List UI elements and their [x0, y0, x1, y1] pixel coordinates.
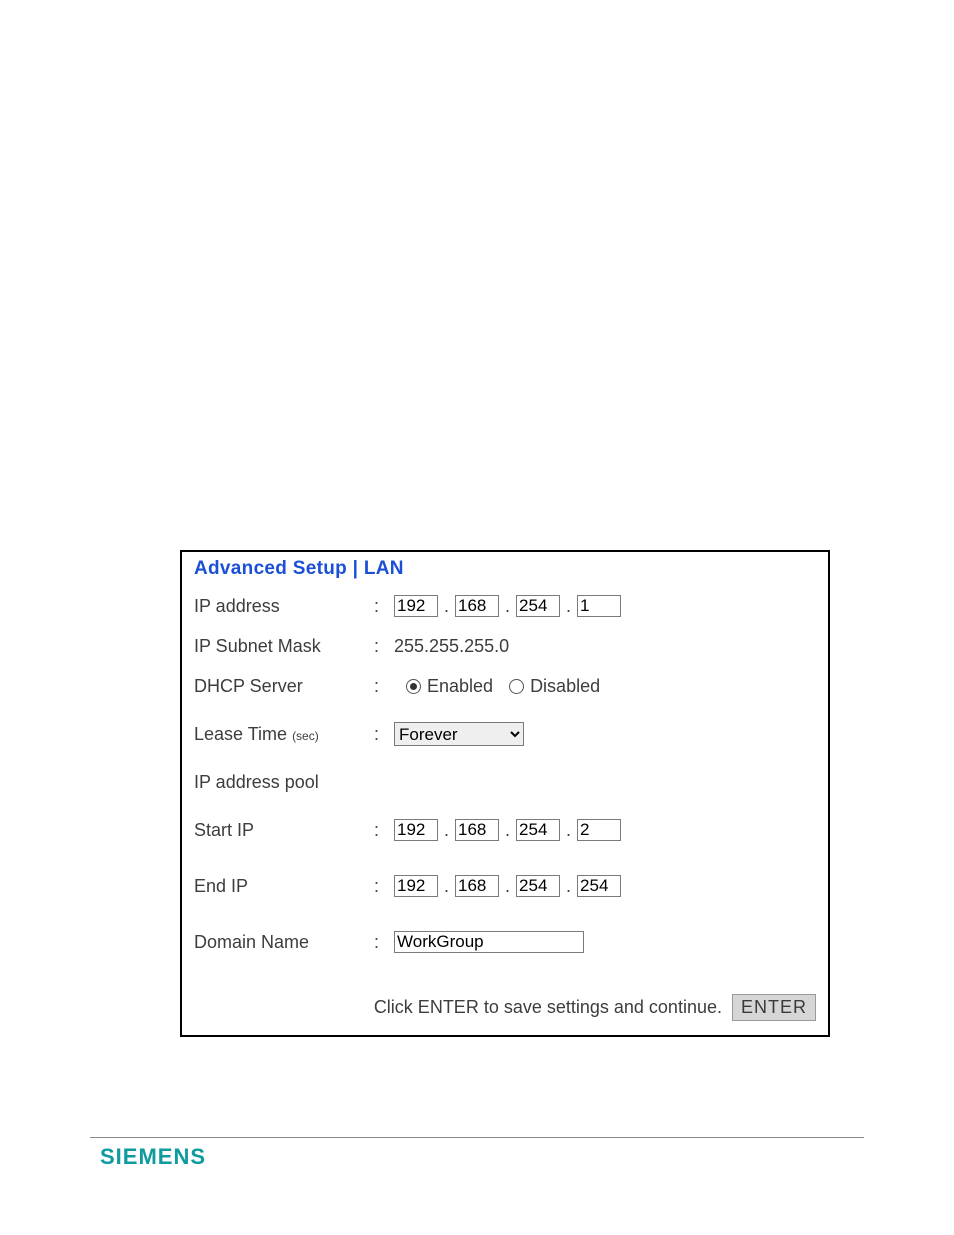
- subnet-mask-value: 255.255.255.0: [394, 636, 816, 657]
- row-end-ip: End IP : . . .: [194, 858, 816, 914]
- brand-logo: SIEMENS: [100, 1144, 206, 1170]
- colon: :: [374, 932, 394, 953]
- ip-address-octet-3[interactable]: [516, 595, 560, 617]
- end-ip-octet-1[interactable]: [394, 875, 438, 897]
- lease-time-label-main: Lease Time: [194, 724, 292, 744]
- lease-time-select[interactable]: Forever: [394, 722, 524, 746]
- label-ip-pool: IP address pool: [194, 772, 374, 793]
- dot: .: [503, 596, 512, 617]
- colon: :: [374, 876, 394, 897]
- colon: :: [374, 596, 394, 617]
- end-ip-fields: . . .: [394, 875, 816, 897]
- domain-name-input[interactable]: [394, 931, 584, 953]
- end-ip-octet-4[interactable]: [577, 875, 621, 897]
- label-dhcp-server: DHCP Server: [194, 676, 374, 697]
- lan-settings-panel: Advanced Setup | LAN IP address : . . . …: [180, 550, 830, 1037]
- lease-time-value: Forever: [394, 722, 816, 746]
- label-ip-address: IP address: [194, 596, 374, 617]
- label-end-ip: End IP: [194, 876, 374, 897]
- ip-address-fields: . . .: [394, 595, 816, 617]
- ip-address-octet-1[interactable]: [394, 595, 438, 617]
- dot: .: [564, 820, 573, 841]
- row-subnet-mask: IP Subnet Mask : 255.255.255.0: [194, 626, 816, 666]
- start-ip-octet-4[interactable]: [577, 819, 621, 841]
- colon: :: [374, 820, 394, 841]
- ip-address-octet-4[interactable]: [577, 595, 621, 617]
- colon: :: [374, 676, 394, 697]
- footer-row: Click ENTER to save settings and continu…: [194, 994, 816, 1021]
- radio-icon: [509, 679, 524, 694]
- dot: .: [442, 596, 451, 617]
- dot: .: [442, 820, 451, 841]
- label-domain-name: Domain Name: [194, 932, 374, 953]
- row-start-ip: Start IP : . . .: [194, 802, 816, 858]
- start-ip-octet-3[interactable]: [516, 819, 560, 841]
- label-subnet-mask: IP Subnet Mask: [194, 636, 374, 657]
- dot: .: [564, 596, 573, 617]
- end-ip-octet-2[interactable]: [455, 875, 499, 897]
- start-ip-octet-2[interactable]: [455, 819, 499, 841]
- dot: .: [503, 876, 512, 897]
- dhcp-radio-group: Enabled Disabled: [394, 676, 816, 697]
- row-domain-name: Domain Name :: [194, 914, 816, 970]
- page-divider: [90, 1137, 864, 1138]
- label-lease-time: Lease Time (sec): [194, 724, 374, 745]
- label-start-ip: Start IP: [194, 820, 374, 841]
- dhcp-enabled-label: Enabled: [427, 676, 493, 697]
- dhcp-disabled-radio[interactable]: Disabled: [509, 676, 600, 697]
- panel-title: Advanced Setup | LAN: [194, 558, 816, 580]
- row-ip-address: IP address : . . .: [194, 586, 816, 626]
- colon: :: [374, 724, 394, 745]
- end-ip-octet-3[interactable]: [516, 875, 560, 897]
- enter-button[interactable]: ENTER: [732, 994, 816, 1021]
- row-dhcp-server: DHCP Server : Enabled Disabled: [194, 666, 816, 706]
- row-lease-time: Lease Time (sec) : Forever: [194, 706, 816, 762]
- dot: .: [564, 876, 573, 897]
- ip-address-octet-2[interactable]: [455, 595, 499, 617]
- dot: .: [503, 820, 512, 841]
- dhcp-enabled-radio[interactable]: Enabled: [406, 676, 493, 697]
- row-ip-pool-heading: IP address pool: [194, 762, 816, 802]
- colon: :: [374, 636, 394, 657]
- dhcp-disabled-label: Disabled: [530, 676, 600, 697]
- radio-icon: [406, 679, 421, 694]
- start-ip-octet-1[interactable]: [394, 819, 438, 841]
- start-ip-fields: . . .: [394, 819, 816, 841]
- subnet-mask-text: 255.255.255.0: [394, 636, 509, 657]
- domain-name-value: [394, 931, 816, 953]
- footer-hint: Click ENTER to save settings and continu…: [374, 997, 722, 1018]
- dot: .: [442, 876, 451, 897]
- lease-time-label-sub: (sec): [292, 729, 319, 743]
